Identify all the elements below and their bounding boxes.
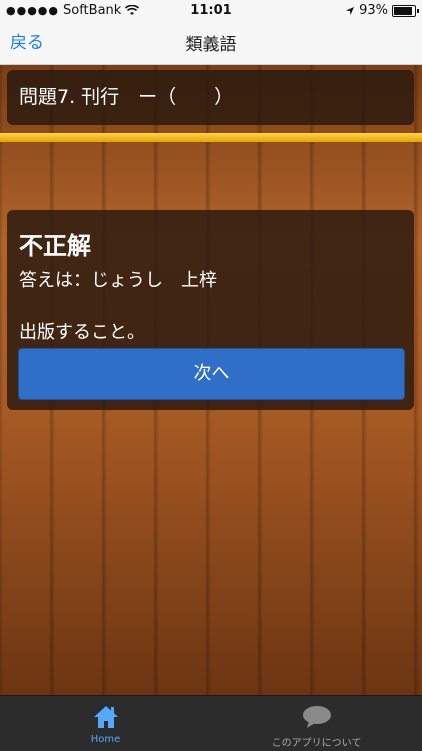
tab-about-label: このアプリについて: [271, 738, 362, 749]
wood-background: 問題7. 刊行 ー（ ） 不正解 答えは：じょうし 上梓 出版すること。 次へ: [0, 65, 422, 695]
location-arrow-icon: [346, 6, 355, 15]
meaning-text: 出版すること。: [19, 322, 145, 343]
tab-home[interactable]: Home: [0, 696, 211, 751]
speech-bubble-icon: [302, 706, 331, 728]
answer-text: 答えは：じょうし 上梓: [19, 270, 217, 291]
home-icon: [93, 706, 118, 728]
tab-home-label: Home: [90, 734, 121, 745]
tab-about[interactable]: このアプリについて: [211, 696, 422, 751]
progress-fill: [0, 133, 422, 142]
question-text: 問題7. 刊行 ー（ ）: [19, 86, 234, 108]
status-bar: ●●●●● SoftBank 11:01 93%: [0, 0, 422, 22]
result-title: 不正解: [19, 232, 91, 260]
battery-percent: 93%: [359, 3, 388, 18]
progress-bar: [0, 133, 422, 142]
battery-icon: [392, 4, 419, 17]
question-panel: 問題7. 刊行 ー（ ）: [7, 70, 414, 125]
tab-bar: Home このアプリについて: [0, 695, 422, 751]
result-panel: 不正解 答えは：じょうし 上梓 出版すること。 次へ: [7, 210, 414, 410]
nav-bar: 戻る 類義語: [0, 22, 422, 65]
next-button[interactable]: 次へ: [18, 348, 405, 400]
page-title: 類義語: [185, 35, 237, 55]
status-right: 93%: [345, 3, 419, 18]
